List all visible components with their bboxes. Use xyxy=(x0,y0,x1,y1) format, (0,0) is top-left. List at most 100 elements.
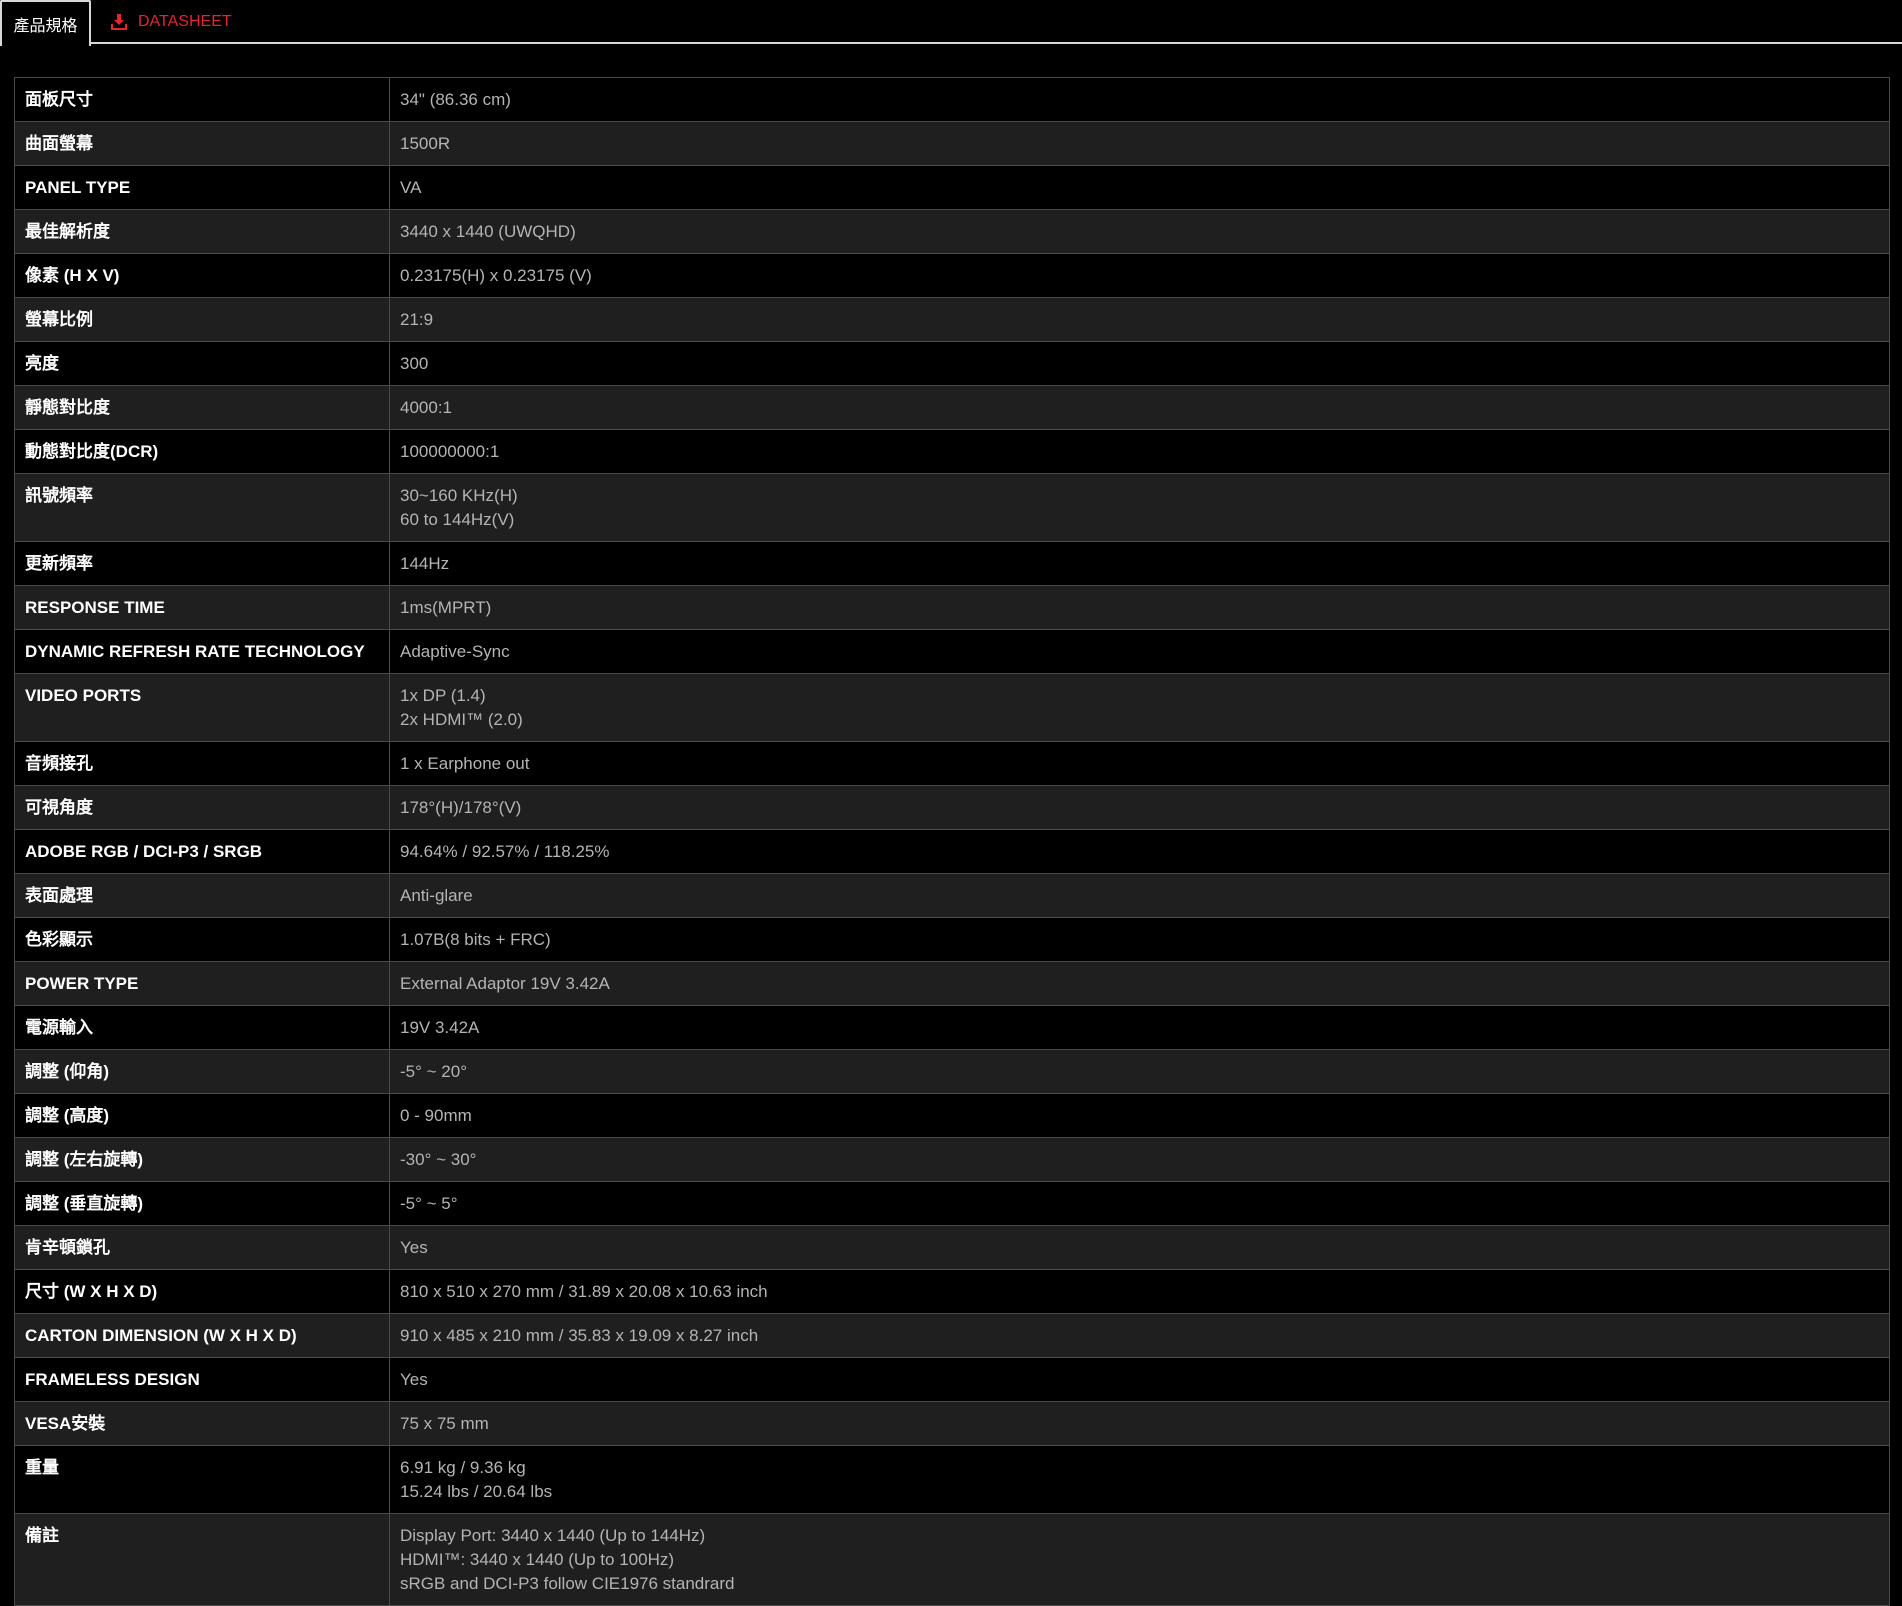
spec-value-line: 1 x Earphone out xyxy=(400,754,530,773)
spec-value-line: 810 x 510 x 270 mm / 31.89 x 20.08 x 10.… xyxy=(400,1282,768,1301)
spec-label: ADOBE RGB / DCI-P3 / SRGB xyxy=(14,829,390,874)
spec-value: 19V 3.42A xyxy=(389,1005,1890,1050)
spec-row: 電源輸入 19V 3.42A xyxy=(14,1005,1890,1050)
spec-value-line: 300 xyxy=(400,354,429,373)
spec-value: 30~160 KHz(H) 60 to 144Hz(V) xyxy=(389,473,1890,542)
spec-row: 面板尺寸 34" (86.36 cm) xyxy=(14,77,1890,122)
spec-value-line: -30° ~ 30° xyxy=(400,1150,477,1169)
spec-value-line: 21:9 xyxy=(400,310,434,329)
spec-label: 肯辛頓鎖孔 xyxy=(14,1225,390,1270)
spec-value: 1500R xyxy=(389,121,1890,166)
spec-value: 300 xyxy=(389,341,1890,386)
spec-value: External Adaptor 19V 3.42A xyxy=(389,961,1890,1006)
spec-value-line: Adaptive-Sync xyxy=(400,642,510,661)
spec-value: -5° ~ 5° xyxy=(389,1181,1890,1226)
spec-label: 調整 (高度) xyxy=(14,1093,390,1138)
spec-label: PANEL TYPE xyxy=(14,165,390,210)
spec-value: 1 x Earphone out xyxy=(389,741,1890,786)
spec-row: 肯辛頓鎖孔 Yes xyxy=(14,1225,1890,1270)
spec-label: POWER TYPE xyxy=(14,961,390,1006)
spec-value: Yes xyxy=(389,1357,1890,1402)
spec-label: 像素 (H X V) xyxy=(14,253,390,298)
spec-value: 178°(H)/178°(V) xyxy=(389,785,1890,830)
spec-row: PANEL TYPE VA xyxy=(14,165,1890,210)
spec-value-line: 60 to 144Hz(V) xyxy=(400,510,515,529)
spec-value-line: -5° ~ 20° xyxy=(400,1062,467,1081)
spec-value-line: 1.07B(8 bits + FRC) xyxy=(400,930,551,949)
spec-value: 0 - 90mm xyxy=(389,1093,1890,1138)
spec-label: 曲面螢幕 xyxy=(14,121,390,166)
spec-table-body: 面板尺寸 34" (86.36 cm) 曲面螢幕 1500R PANEL TYPE VA 最… xyxy=(14,77,1890,1606)
spec-row: 亮度 300 xyxy=(14,341,1890,386)
spec-row: POWER TYPE External Adaptor 19V 3.42A xyxy=(14,961,1890,1006)
spec-value: 21:9 xyxy=(389,297,1890,342)
spec-value-line: 144Hz xyxy=(400,554,450,573)
spec-value-line: 15.24 lbs / 20.64 lbs xyxy=(400,1482,553,1501)
spec-label: 調整 (仰角) xyxy=(14,1049,390,1094)
tab-specs-label: 產品規格 xyxy=(13,18,78,35)
spec-label: 尺寸 (W X H X D) xyxy=(14,1269,390,1314)
spec-value-line: 178°(H)/178°(V) xyxy=(400,798,522,817)
spec-value: 910 x 485 x 210 mm / 35.83 x 19.09 x 8.2… xyxy=(389,1313,1890,1358)
spec-label: 可視角度 xyxy=(14,785,390,830)
spec-value-line: 30~160 KHz(H) xyxy=(400,486,518,505)
spec-row: 調整 (高度) 0 - 90mm xyxy=(14,1093,1890,1138)
tab-specs[interactable]: 產品規格 xyxy=(0,0,91,46)
spec-row: 備註 Display Port: 3440 x 1440 (Up to 144Hz… xyxy=(14,1513,1890,1606)
spec-row: 曲面螢幕 1500R xyxy=(14,121,1890,166)
spec-value: Display Port: 3440 x 1440 (Up to 144Hz) H… xyxy=(389,1513,1890,1606)
spec-label: 調整 (左右旋轉) xyxy=(14,1137,390,1182)
spec-row: FRAMELESS DESIGN Yes xyxy=(14,1357,1890,1402)
spec-row: 調整 (仰角) -5° ~ 20° xyxy=(14,1049,1890,1094)
spec-row: 重量 6.91 kg / 9.36 kg 15.24 lbs / 20.64 lbs xyxy=(14,1445,1890,1514)
spec-row: 可視角度 178°(H)/178°(V) xyxy=(14,785,1890,830)
spec-value: -5° ~ 20° xyxy=(389,1049,1890,1094)
spec-row: CARTON DIMENSION (W X H X D) 910 x 485 x … xyxy=(14,1313,1890,1358)
spec-label: 備註 xyxy=(14,1513,390,1606)
spec-value: 810 x 510 x 270 mm / 31.89 x 20.08 x 10.… xyxy=(389,1269,1890,1314)
spec-value: 3440 x 1440 (UWQHD) xyxy=(389,209,1890,254)
spec-value: 1.07B(8 bits + FRC) xyxy=(389,917,1890,962)
download-icon xyxy=(110,14,128,30)
spec-label: 色彩顯示 xyxy=(14,917,390,962)
spec-row: 動態對比度(DCR) 100000000:1 xyxy=(14,429,1890,474)
spec-value: 4000:1 xyxy=(389,385,1890,430)
spec-row: VIDEO PORTS 1x DP (1.4) 2x HDMI™ (2.0) xyxy=(14,673,1890,742)
spec-row: 調整 (垂直旋轉) -5° ~ 5° xyxy=(14,1181,1890,1226)
spec-value-line: 1ms(MPRT) xyxy=(400,598,492,617)
spec-row: 螢幕比例 21:9 xyxy=(14,297,1890,342)
spec-value: 94.64% / 92.57% / 118.25% xyxy=(389,829,1890,874)
spec-label: DYNAMIC REFRESH RATE TECHNOLOGY xyxy=(14,629,390,674)
spec-value: 144Hz xyxy=(389,541,1890,586)
spec-value-line: Yes xyxy=(400,1238,428,1257)
spec-label: RESPONSE TIME xyxy=(14,585,390,630)
spec-label: FRAMELESS DESIGN xyxy=(14,1357,390,1402)
spec-value: 34" (86.36 cm) xyxy=(389,77,1890,122)
spec-value-line: 19V 3.42A xyxy=(400,1018,480,1037)
spec-label: 重量 xyxy=(14,1445,390,1514)
spec-label: VIDEO PORTS xyxy=(14,673,390,742)
spec-value-line: 1500R xyxy=(400,134,451,153)
spec-value: 1ms(MPRT) xyxy=(389,585,1890,630)
spec-value: 1x DP (1.4) 2x HDMI™ (2.0) xyxy=(389,673,1890,742)
spec-row: 更新頻率 144Hz xyxy=(14,541,1890,586)
spec-row: 調整 (左右旋轉) -30° ~ 30° xyxy=(14,1137,1890,1182)
spec-value-line: 6.91 kg / 9.36 kg xyxy=(400,1458,526,1477)
spec-value-line: sRGB and DCI-P3 follow CIE1976 standrard xyxy=(400,1574,735,1593)
spec-value-line: Yes xyxy=(400,1370,428,1389)
spec-value-line: 34" (86.36 cm) xyxy=(400,90,511,109)
spec-value-line: HDMI™: 3440 x 1440 (Up to 100Hz) xyxy=(400,1550,675,1569)
spec-value: Anti-glare xyxy=(389,873,1890,918)
spec-label: 靜態對比度 xyxy=(14,385,390,430)
spec-label: 電源輸入 xyxy=(14,1005,390,1050)
spec-row: ADOBE RGB / DCI-P3 / SRGB 94.64% / 92.57%… xyxy=(14,829,1890,874)
spec-value: -30° ~ 30° xyxy=(389,1137,1890,1182)
spec-label: 最佳解析度 xyxy=(14,209,390,254)
spec-value-line: 0.23175(H) x 0.23175 (V) xyxy=(400,266,592,285)
spec-value-line: 1x DP (1.4) xyxy=(400,686,486,705)
datasheet-download-link[interactable]: DATASHEET xyxy=(110,0,232,44)
spec-label: 調整 (垂直旋轉) xyxy=(14,1181,390,1226)
spec-row: 訊號頻率 30~160 KHz(H) 60 to 144Hz(V) xyxy=(14,473,1890,542)
spec-row: RESPONSE TIME 1ms(MPRT) xyxy=(14,585,1890,630)
spec-row: 靜態對比度 4000:1 xyxy=(14,385,1890,430)
